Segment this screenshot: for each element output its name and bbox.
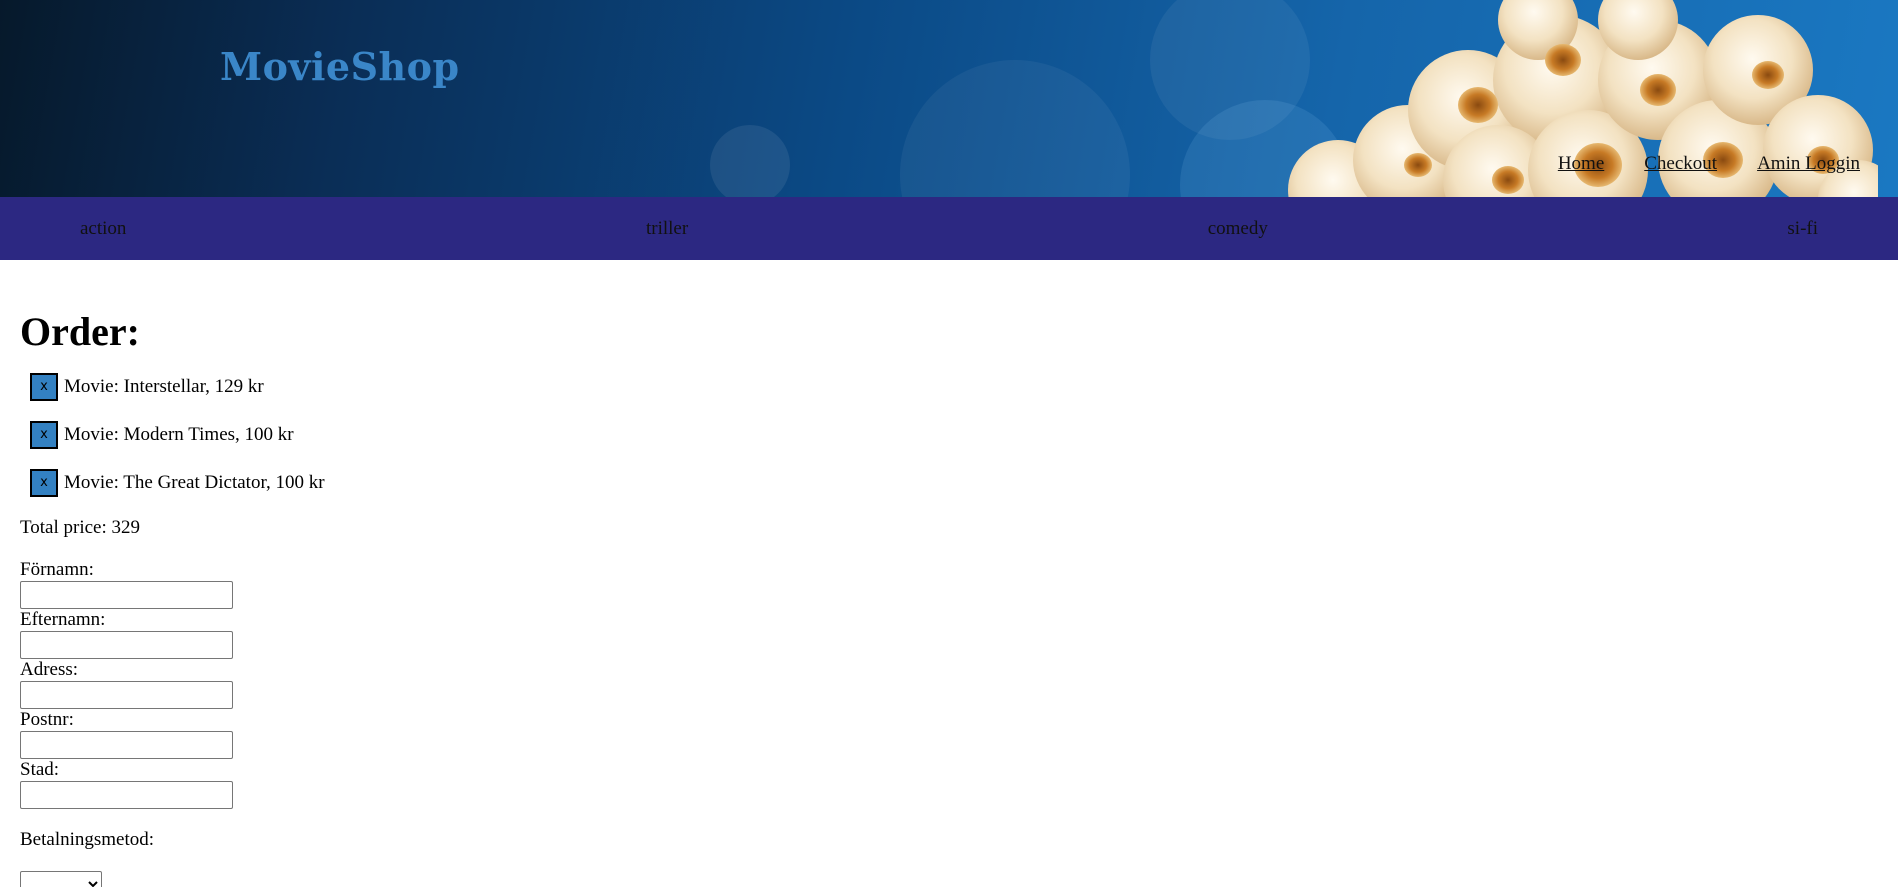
- category-si-fi[interactable]: si-fi: [1787, 218, 1818, 240]
- order-title: Order:: [20, 309, 140, 354]
- first-name-label: Förnamn:: [20, 559, 94, 580]
- last-name-label: Efternamn:: [20, 609, 106, 630]
- order-item-text: Movie: Modern Times, 100 kr: [64, 424, 294, 445]
- order-item: x Movie: Interstellar, 129 kr: [30, 373, 1878, 401]
- payment-method-label: Betalningsmetod:: [20, 829, 155, 850]
- remove-item-button[interactable]: x: [30, 373, 58, 401]
- order-item-text: Movie: The Great Dictator, 100 kr: [64, 472, 325, 493]
- total-price: Total price: 329: [20, 517, 141, 538]
- payment-method-select[interactable]: [20, 871, 102, 887]
- admin-login-link[interactable]: Amin Loggin: [1757, 153, 1860, 175]
- address-label: Adress:: [20, 659, 79, 680]
- site-header: MovieShop Home Checkout Amin Loggin: [0, 0, 1898, 197]
- postal-code-label: Postnr:: [20, 709, 74, 730]
- postal-code-input[interactable]: [20, 731, 233, 759]
- checkout-link[interactable]: Checkout: [1644, 153, 1717, 175]
- bokeh-light: [900, 60, 1130, 197]
- order-item: x Movie: The Great Dictator, 100 kr: [30, 469, 1878, 497]
- city-label: Stad:: [20, 759, 60, 780]
- order-item: x Movie: Modern Times, 100 kr: [30, 421, 1878, 449]
- category-nav: action triller comedy si-fi: [0, 197, 1898, 260]
- order-section: Order: x Movie: Interstellar, 129 kr x M…: [0, 308, 1898, 887]
- site-logo[interactable]: MovieShop: [220, 44, 460, 89]
- remove-item-button[interactable]: x: [30, 469, 58, 497]
- category-triller[interactable]: triller: [646, 218, 688, 240]
- bokeh-light: [710, 125, 790, 197]
- address-input[interactable]: [20, 681, 233, 709]
- city-input[interactable]: [20, 781, 233, 809]
- top-navigation: Home Checkout Amin Loggin: [1558, 153, 1860, 175]
- order-item-text: Movie: Interstellar, 129 kr: [64, 376, 264, 397]
- customer-form: Förnamn: Efternamn: Adress: Postnr: Stad…: [20, 559, 1878, 887]
- category-action[interactable]: action: [80, 218, 126, 240]
- remove-item-button[interactable]: x: [30, 421, 58, 449]
- last-name-input[interactable]: [20, 631, 233, 659]
- home-link[interactable]: Home: [1558, 153, 1604, 175]
- first-name-input[interactable]: [20, 581, 233, 609]
- category-comedy[interactable]: comedy: [1208, 218, 1268, 240]
